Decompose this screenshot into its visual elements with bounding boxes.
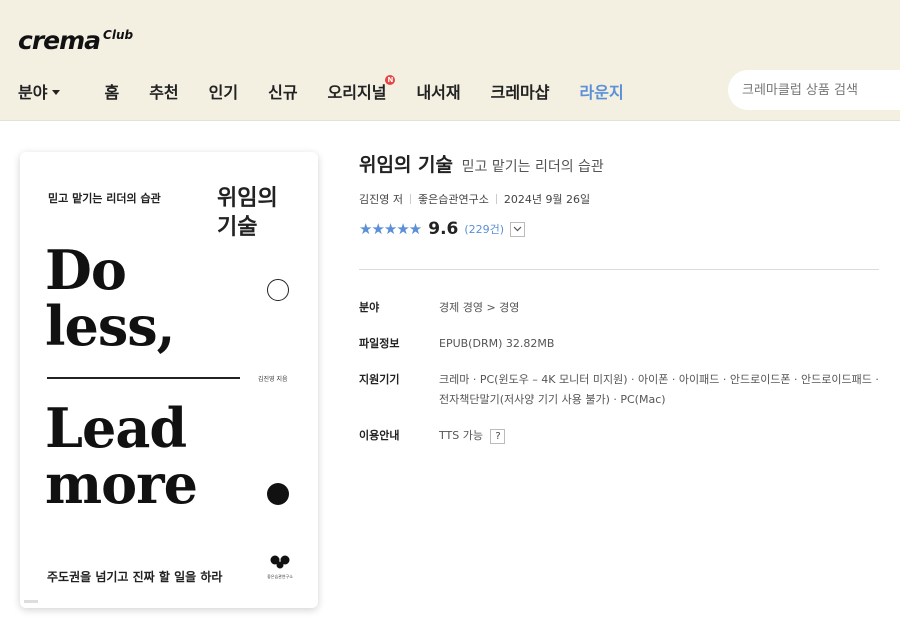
info-value: 크레마 · PC(윈도우 – 4K 모니터 미지원) · 아이폰 · 아이패드 … — [439, 373, 879, 406]
cover-title-line1: 위임의 — [217, 186, 278, 211]
detail-divider — [359, 269, 879, 270]
cover-circle-decoration — [267, 279, 289, 301]
caret-down-icon — [52, 89, 61, 95]
nav-home-label: 홈 — [104, 83, 120, 102]
meta-separator — [495, 194, 497, 204]
book-title-line: 위임의 기술 믿고 맡기는 리더의 습관 — [359, 150, 879, 177]
cover-corner-mark — [24, 600, 38, 603]
cover-tagline: 주도권을 넘기고 진짜 할 일을 하라 — [47, 570, 223, 584]
new-badge: N — [385, 75, 396, 85]
nav-crema-shop-label: 크레마샵 — [490, 83, 550, 102]
book-rating: ★★★★★ 9.6 (229건) — [359, 219, 879, 239]
nav-popular-label: 인기 — [208, 83, 239, 102]
cover-en-line1: Do — [45, 238, 127, 302]
cover-en-line2: less, — [45, 294, 175, 358]
info-row-usage: 이용안내 TTS 가능 ? — [359, 426, 899, 446]
info-key: 분야 — [359, 301, 380, 314]
usage-text: TTS 가능 — [439, 429, 483, 442]
cover-en-line3: Lead — [45, 396, 187, 460]
star-rating-icon: ★★★★★ — [359, 220, 422, 238]
nav-recommend[interactable]: 추천 — [149, 79, 178, 103]
info-value: TTS 가능 ? — [439, 426, 889, 446]
nav-original-label: 오리지널 — [327, 83, 387, 102]
cover-subtitle: 믿고 맡기는 리더의 습관 — [48, 192, 161, 205]
book-meta: 김진영 저 좋은습관연구소 2024년 9월 26일 — [359, 191, 879, 207]
nav-original[interactable]: 오리지널 N — [327, 75, 396, 103]
review-dropdown-button[interactable] — [510, 221, 526, 237]
book-author[interactable]: 김진영 저 — [359, 191, 403, 207]
info-row-category: 분야 경제 경영 > 경영 — [359, 298, 899, 318]
rating-score: 9.6 — [428, 219, 459, 239]
top-header: crema Club 분야 홈 추천 인기 신규 오리지널 N 내서재 크레마샵… — [0, 0, 900, 121]
meta-separator — [409, 194, 411, 204]
cover-title: 위임의 기술 — [217, 184, 278, 242]
main-nav: 분야 홈 추천 인기 신규 오리지널 N 내서재 크레마샵 라운지 — [18, 75, 654, 104]
info-row-devices: 지원기기 크레마 · PC(윈도우 – 4K 모니터 미지원) · 아이폰 · … — [359, 370, 899, 410]
info-row-file: 파일정보 EPUB(DRM) 32.82MB — [359, 334, 899, 354]
book-info-table: 분야 경제 경영 > 경영 파일정보 EPUB(DRM) 32.82MB 지원기… — [359, 298, 899, 462]
book-title: 위임의 기술 — [359, 154, 454, 176]
nav-category-label: 분야 — [18, 83, 48, 102]
nav-new[interactable]: 신규 — [268, 79, 297, 103]
cover-author: 김진영 지음 — [258, 376, 288, 383]
book-cover[interactable]: 믿고 맡기는 리더의 습관 위임의 기술 Do less, 김진영 지음 Lea… — [20, 152, 318, 608]
nav-home[interactable]: 홈 — [104, 79, 119, 103]
nav-new-label: 신규 — [268, 83, 298, 102]
book-subtitle: 믿고 맡기는 리더의 습관 — [461, 159, 604, 175]
nav-recommend-label: 추천 — [149, 83, 179, 102]
cover-rule — [47, 377, 240, 379]
cover-title-line2: 기술 — [217, 215, 258, 240]
cover-english-top: Do less, — [45, 238, 175, 358]
book-publisher[interactable]: 좋은습관연구소 — [418, 191, 489, 207]
info-key: 파일정보 — [359, 337, 400, 350]
cover-en-line4: more — [45, 452, 198, 516]
logo-text: crema — [18, 26, 101, 55]
logo-sub-text: Club — [103, 28, 134, 42]
info-key: 지원기기 — [359, 373, 400, 386]
crema-club-logo[interactable]: crema Club — [18, 26, 133, 55]
publisher-logo-icon — [270, 555, 290, 569]
nav-crema-shop[interactable]: 크레마샵 — [491, 79, 550, 103]
nav-library[interactable]: 내서재 — [416, 79, 460, 103]
info-value: EPUB(DRM) 32.82MB — [439, 337, 555, 350]
search-input[interactable] — [742, 82, 892, 98]
nav-lounge-label: 라운지 — [579, 83, 624, 102]
nav-lounge[interactable]: 라운지 — [580, 79, 624, 103]
cover-dot-decoration — [267, 483, 289, 505]
nav-popular[interactable]: 인기 — [209, 79, 238, 103]
help-button[interactable]: ? — [490, 428, 506, 444]
info-value[interactable]: 경제 경영 > 경영 — [439, 298, 889, 318]
nav-library-label: 내서재 — [416, 83, 461, 102]
nav-category-dropdown[interactable]: 분야 — [18, 79, 61, 103]
cover-publisher-logo: 좋은습관연구소 — [267, 554, 293, 580]
search-box — [728, 70, 900, 110]
book-detail: 위임의 기술 믿고 맡기는 리더의 습관 김진영 저 좋은습관연구소 2024년… — [359, 150, 879, 239]
cover-english-bottom: Lead more — [45, 396, 198, 516]
cover-publisher-name: 좋은습관연구소 — [267, 574, 293, 579]
review-count[interactable]: (229건) — [464, 221, 504, 237]
chevron-down-icon — [513, 226, 522, 232]
book-date: 2024년 9월 26일 — [503, 193, 591, 206]
info-key: 이용안내 — [359, 429, 400, 442]
